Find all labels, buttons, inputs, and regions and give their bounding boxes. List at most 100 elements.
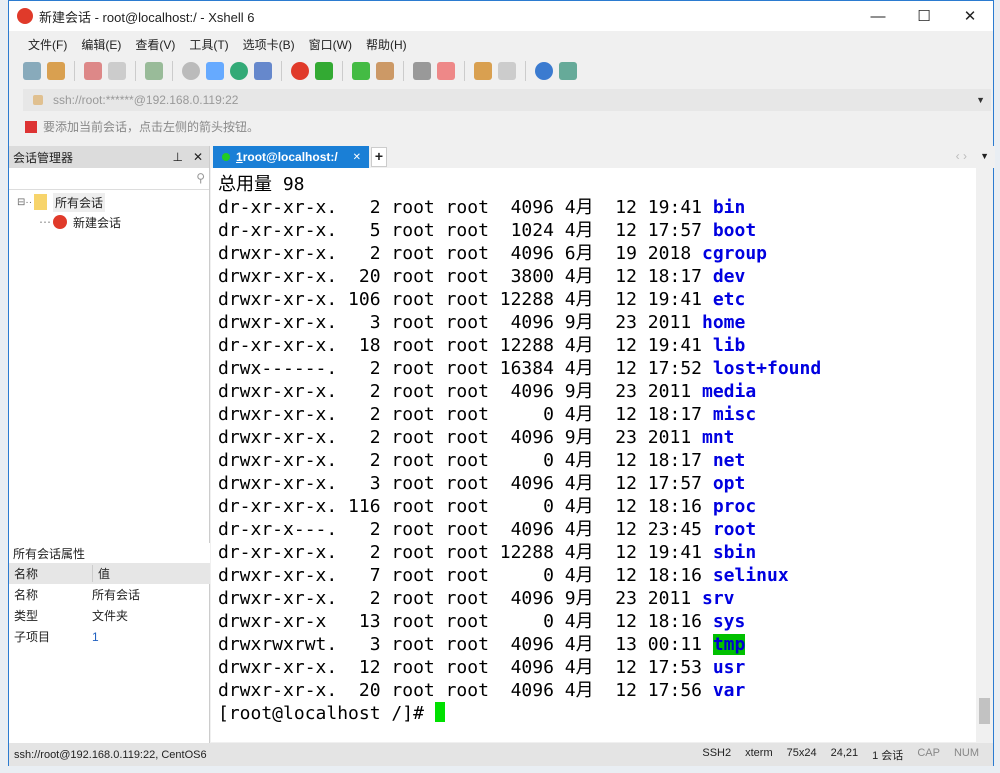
chevron-down-icon[interactable]: ▼ bbox=[976, 95, 985, 105]
property-value: 文件夹 bbox=[92, 609, 129, 623]
toolbar bbox=[23, 61, 577, 81]
connected-status-icon bbox=[222, 153, 230, 161]
terminal-line: drwxr-xr-x. 3 root root 4096 4月 12 17:57 bbox=[218, 473, 713, 494]
terminal-scrollbar[interactable] bbox=[976, 168, 993, 742]
directory-name: lost+found bbox=[712, 358, 822, 379]
directory-name: boot bbox=[712, 220, 757, 241]
column-header-name[interactable]: 名称 bbox=[9, 565, 92, 582]
menu-bar: 文件(F) 编辑(E) 查看(V) 工具(T) 选项卡(B) 窗口(W) 帮助(H) bbox=[21, 33, 414, 56]
maximize-button[interactable]: ☐ bbox=[901, 1, 947, 31]
directory-name: tmp bbox=[712, 634, 746, 655]
highlight-icon[interactable] bbox=[437, 62, 455, 80]
terminal-line: drwxr-xr-x. 3 root root 4096 9月 23 2011 bbox=[218, 312, 702, 333]
terminal-line: drwxr-xr-x. 20 root root 4096 4月 12 17:5… bbox=[218, 680, 713, 701]
close-button[interactable]: ✕ bbox=[947, 1, 993, 31]
help-icon[interactable] bbox=[535, 62, 553, 80]
directory-name: root bbox=[712, 519, 757, 540]
search-icon[interactable] bbox=[182, 62, 200, 80]
menu-item[interactable]: 工具(T) bbox=[182, 33, 235, 56]
terminal-line: dr-xr-xr-x. 2 root root 12288 4月 12 19:4… bbox=[218, 542, 713, 563]
lock-icon bbox=[33, 95, 43, 105]
minimize-button[interactable]: — bbox=[855, 1, 901, 31]
title-bar: 新建会话 - root@localhost:/ - Xshell 6 — ☐ ✕ bbox=[9, 1, 993, 31]
menu-item[interactable]: 帮助(H) bbox=[359, 33, 414, 56]
terminal-line: 总用量 98 bbox=[218, 174, 305, 195]
directory-name: opt bbox=[712, 473, 746, 494]
layout-icon[interactable] bbox=[206, 62, 224, 80]
tab-number: 1 bbox=[236, 150, 243, 164]
new-tab-button[interactable]: + bbox=[371, 147, 387, 167]
tree-item-all-sessions[interactable]: ⊟·· 所有会话 bbox=[9, 192, 209, 212]
directory-name: home bbox=[702, 312, 746, 333]
menu-item[interactable]: 选项卡(B) bbox=[236, 33, 302, 56]
new-folder-icon[interactable] bbox=[474, 62, 492, 80]
font-icon[interactable] bbox=[254, 62, 272, 80]
terminal-line: dr-xr-xr-x. 18 root root 12288 4月 12 19:… bbox=[218, 335, 713, 356]
pin-icon[interactable]: ⊥ bbox=[173, 150, 183, 164]
open-folder-icon[interactable] bbox=[47, 62, 65, 80]
properties-icon[interactable] bbox=[145, 62, 163, 80]
tab-session-1[interactable]: 1 root@localhost:/ ✕ bbox=[213, 146, 369, 168]
directory-name: etc bbox=[712, 289, 746, 310]
fullscreen-icon[interactable] bbox=[352, 62, 370, 80]
terminal-line: drwxrwxrwt. 3 root root 4096 4月 13 00:11 bbox=[218, 634, 713, 655]
tab-list-chevron-icon[interactable]: ▼ bbox=[980, 151, 989, 161]
add-session-arrow-icon[interactable] bbox=[25, 120, 37, 133]
directory-name: sbin bbox=[712, 542, 757, 563]
directory-name: media bbox=[702, 381, 757, 402]
tile-icon[interactable] bbox=[498, 62, 516, 80]
status-item: xterm bbox=[745, 746, 773, 759]
terminal[interactable]: 总用量 98 dr-xr-xr-x. 2 root root 4096 4月 1… bbox=[211, 168, 976, 742]
directory-name: usr bbox=[712, 657, 746, 678]
disconnect-icon[interactable] bbox=[84, 62, 102, 80]
terminal-line: drwxr-xr-x. 2 root root 4096 9月 23 2011 bbox=[218, 381, 702, 402]
menu-item[interactable]: 编辑(E) bbox=[74, 33, 128, 56]
status-item: NUM bbox=[953, 746, 979, 759]
property-name: 类型 bbox=[14, 609, 39, 623]
globe-icon[interactable] bbox=[230, 62, 248, 80]
directory-name: proc bbox=[712, 496, 757, 517]
tab-bar: 1 root@localhost:/ ✕ + ‹ › ▼ bbox=[211, 146, 995, 168]
chat-icon[interactable] bbox=[559, 62, 577, 80]
shell-prompt: [root@localhost /]# bbox=[218, 703, 435, 724]
terminal-line: drwxr-xr-x. 2 root root 4096 9月 23 2011 bbox=[218, 588, 702, 609]
status-connection: ssh://root@192.168.0.119:22, CentOS6 bbox=[14, 748, 207, 761]
terminal-line: dr-xr-xr-x. 116 root root 0 4月 12 18:16 bbox=[218, 496, 713, 517]
status-item: CAP bbox=[917, 746, 940, 759]
property-value: 所有会话 bbox=[92, 588, 141, 602]
xshell-icon[interactable] bbox=[291, 62, 309, 80]
address-text: ssh://root:******@192.168.0.119:22 bbox=[53, 93, 239, 107]
hint-bar: 要添加当前会话，点击左侧的箭头按钮。 bbox=[25, 118, 259, 135]
directory-name: misc bbox=[712, 404, 757, 425]
lock-icon[interactable] bbox=[376, 62, 394, 80]
terminal-line: drwxr-xr-x. 7 root root 0 4月 12 18:16 bbox=[218, 565, 713, 586]
search-icon: ⚲ bbox=[196, 171, 205, 185]
terminal-line: drwxr-xr-x 13 root root 0 4月 12 18:16 bbox=[218, 611, 713, 632]
tree-item-new-session[interactable]: ⋯ 新建会话 bbox=[9, 212, 209, 232]
directory-name: sys bbox=[712, 611, 746, 632]
status-item: 24,21 bbox=[830, 746, 859, 759]
properties-panel: 所有会话属性 名称值 名称 所有会话 类型 文件夹 子项目 1 bbox=[9, 543, 210, 647]
xftp-icon[interactable] bbox=[315, 62, 333, 80]
menu-item[interactable]: 窗口(W) bbox=[302, 33, 359, 56]
xshell-logo-icon bbox=[17, 8, 33, 24]
keyboard-icon[interactable] bbox=[413, 62, 431, 80]
status-item: SSH2 bbox=[702, 746, 732, 759]
status-item: 75x24 bbox=[786, 746, 817, 759]
session-search-input[interactable]: ⚲ bbox=[9, 168, 209, 190]
menu-item[interactable]: 文件(F) bbox=[21, 33, 74, 56]
column-header-value[interactable]: 值 bbox=[92, 565, 110, 582]
close-tab-icon[interactable]: ✕ bbox=[353, 152, 361, 163]
new-session-icon[interactable] bbox=[23, 62, 41, 80]
address-bar[interactable]: ssh://root:******@192.168.0.119:22 ▼ bbox=[23, 89, 991, 111]
reconnect-icon[interactable] bbox=[108, 62, 126, 80]
folder-icon bbox=[34, 194, 48, 210]
terminal-line: drwxr-xr-x. 106 root root 12288 4月 12 19… bbox=[218, 289, 713, 310]
terminal-line: dr-xr-xr-x. 2 root root 4096 4月 12 19:41 bbox=[218, 197, 713, 218]
terminal-line: drwxr-xr-x. 2 root root 4096 6月 19 2018 bbox=[218, 243, 702, 264]
close-panel-icon[interactable]: ✕ bbox=[193, 150, 203, 164]
tab-scroll-arrows-icon[interactable]: ‹ › bbox=[956, 149, 967, 163]
property-value: 1 bbox=[92, 629, 99, 644]
menu-item[interactable]: 查看(V) bbox=[128, 33, 182, 56]
properties-title: 所有会话属性 bbox=[9, 543, 210, 563]
